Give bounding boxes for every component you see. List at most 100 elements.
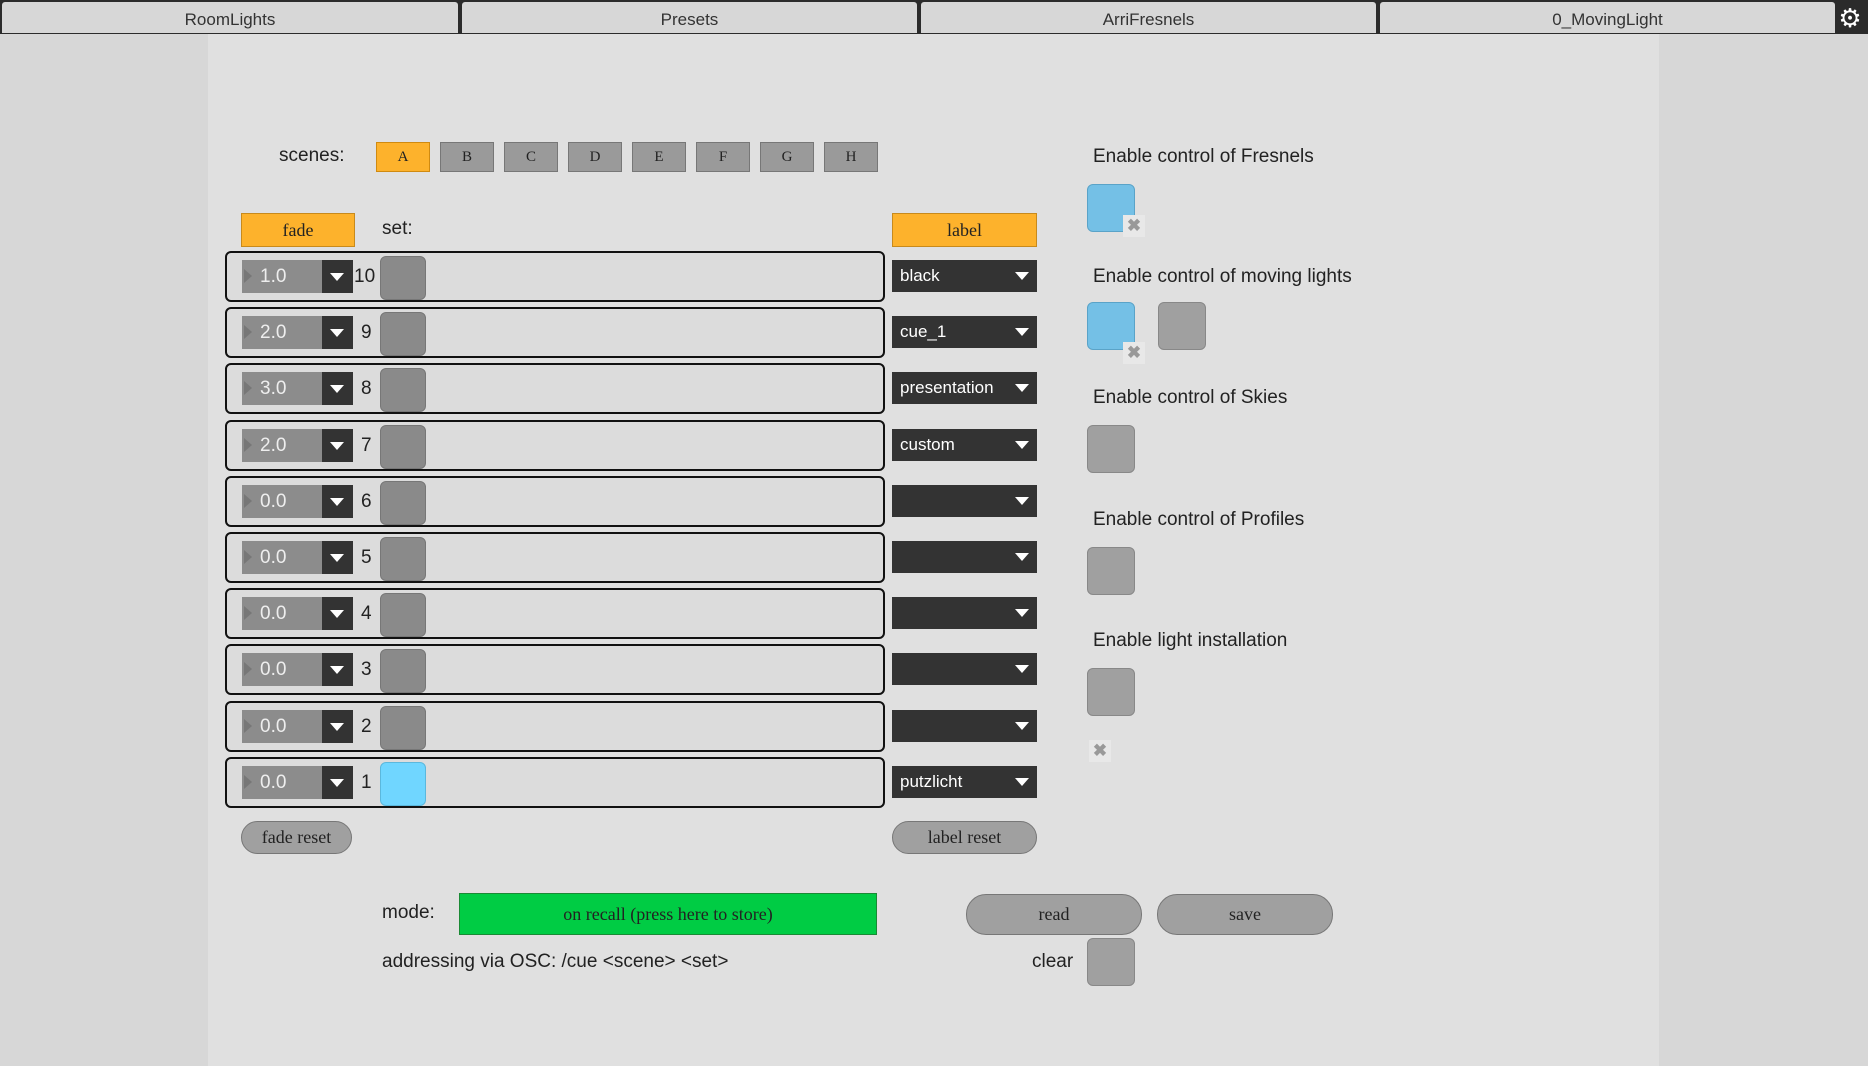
scene-button-d[interactable]: D bbox=[568, 142, 622, 172]
label-dropdown[interactable] bbox=[892, 541, 1037, 573]
label-reset-button[interactable]: label reset bbox=[892, 821, 1037, 854]
play-icon bbox=[244, 550, 252, 564]
label-dropdown[interactable] bbox=[892, 710, 1037, 742]
fade-dropdown-button[interactable] bbox=[322, 766, 353, 799]
tab-movinglight[interactable]: 0_MovingLight bbox=[1380, 2, 1835, 33]
fade-time-field[interactable]: 0.0 bbox=[242, 541, 322, 574]
fade-time-value: 1.0 bbox=[260, 266, 287, 287]
tab-arrifresnels[interactable]: ArriFresnels bbox=[921, 2, 1376, 33]
scene-button-f[interactable]: F bbox=[696, 142, 750, 172]
row-number: 4 bbox=[361, 603, 372, 624]
close-icon[interactable]: ✖ bbox=[1123, 342, 1145, 364]
fade-time-field[interactable]: 1.0 bbox=[242, 260, 322, 293]
chevron-down-icon bbox=[1015, 272, 1029, 280]
profiles-control-label: Enable control of Profiles bbox=[1093, 509, 1305, 530]
chevron-down-icon bbox=[1015, 553, 1029, 561]
fade-dropdown-button[interactable] bbox=[322, 485, 353, 518]
skies-toggle[interactable] bbox=[1087, 425, 1135, 473]
fade-dropdown-button[interactable] bbox=[322, 260, 353, 293]
set-button[interactable] bbox=[380, 481, 426, 525]
fade-time-field[interactable]: 2.0 bbox=[242, 316, 322, 349]
fade-time-field[interactable]: 0.0 bbox=[242, 766, 322, 799]
fade-reset-button[interactable]: fade reset bbox=[241, 821, 352, 854]
scene-button-h[interactable]: H bbox=[824, 142, 878, 172]
set-button[interactable] bbox=[380, 368, 426, 412]
fade-dropdown-button[interactable] bbox=[322, 429, 353, 462]
clear-label: clear bbox=[1032, 951, 1074, 972]
fade-time-field[interactable]: 0.0 bbox=[242, 485, 322, 518]
chevron-down-icon bbox=[1015, 328, 1029, 336]
chevron-down-icon bbox=[1015, 441, 1029, 449]
preset-row: 2.0 9 bbox=[225, 307, 885, 358]
tab-presets[interactable]: Presets bbox=[462, 2, 917, 33]
label-dropdown[interactable]: cue_1 bbox=[892, 316, 1037, 348]
preset-row: 1.0 10 bbox=[225, 251, 885, 302]
save-button[interactable]: save bbox=[1157, 894, 1333, 935]
set-button[interactable] bbox=[380, 312, 426, 356]
play-icon bbox=[244, 606, 252, 620]
moving-lights-control-label: Enable control of moving lights bbox=[1093, 266, 1352, 287]
fade-time-field[interactable]: 0.0 bbox=[242, 710, 322, 743]
set-button[interactable] bbox=[380, 593, 426, 637]
preset-row: 0.0 2 bbox=[225, 701, 885, 752]
moving-lights-secondary-toggle[interactable] bbox=[1158, 302, 1206, 350]
chevron-down-icon bbox=[330, 554, 344, 562]
row-number: 5 bbox=[361, 547, 372, 568]
fade-time-value: 2.0 bbox=[260, 435, 287, 456]
read-button[interactable]: read bbox=[966, 894, 1142, 935]
fade-dropdown-button[interactable] bbox=[322, 710, 353, 743]
close-icon[interactable]: ✖ bbox=[1123, 215, 1145, 237]
fade-dropdown-button[interactable] bbox=[322, 372, 353, 405]
scene-button-c[interactable]: C bbox=[504, 142, 558, 172]
tab-roomlights[interactable]: RoomLights bbox=[2, 2, 458, 33]
fade-dropdown-button[interactable] bbox=[322, 316, 353, 349]
chevron-down-icon bbox=[1015, 609, 1029, 617]
preset-row: 2.0 7 bbox=[225, 420, 885, 471]
set-button[interactable] bbox=[380, 762, 426, 806]
fade-time-field[interactable]: 3.0 bbox=[242, 372, 322, 405]
label-dropdown[interactable]: putzlicht bbox=[892, 766, 1037, 798]
label-header-button[interactable]: label bbox=[892, 213, 1037, 247]
gear-icon[interactable]: ⚙ bbox=[1836, 4, 1864, 32]
fade-time-value: 0.0 bbox=[260, 772, 287, 793]
profiles-toggle[interactable] bbox=[1087, 547, 1135, 595]
clear-button[interactable] bbox=[1087, 938, 1135, 986]
fade-dropdown-button[interactable] bbox=[322, 541, 353, 574]
fade-time-field[interactable]: 0.0 bbox=[242, 653, 322, 686]
light-installation-toggle[interactable] bbox=[1087, 668, 1135, 716]
chevron-down-icon bbox=[330, 666, 344, 674]
fade-time-value: 3.0 bbox=[260, 378, 287, 399]
fade-dropdown-button[interactable] bbox=[322, 653, 353, 686]
preset-row: 0.0 1 bbox=[225, 757, 885, 808]
fade-header-button[interactable]: fade bbox=[241, 213, 355, 247]
row-number: 8 bbox=[361, 378, 372, 399]
label-dropdown[interactable]: presentation bbox=[892, 372, 1037, 404]
scene-button-a[interactable]: A bbox=[376, 142, 430, 172]
chevron-down-icon bbox=[330, 723, 344, 731]
mode-store-button[interactable]: on recall (press here to store) bbox=[459, 893, 877, 935]
set-button[interactable] bbox=[380, 706, 426, 750]
fade-time-field[interactable]: 0.0 bbox=[242, 597, 322, 630]
label-dropdown[interactable]: custom bbox=[892, 429, 1037, 461]
chevron-down-icon bbox=[1015, 384, 1029, 392]
label-dropdown[interactable] bbox=[892, 597, 1037, 629]
chevron-down-icon bbox=[1015, 778, 1029, 786]
chevron-down-icon bbox=[1015, 665, 1029, 673]
close-icon[interactable]: ✖ bbox=[1089, 740, 1111, 762]
fade-time-field[interactable]: 2.0 bbox=[242, 429, 322, 462]
set-button[interactable] bbox=[380, 537, 426, 581]
label-dropdown[interactable] bbox=[892, 653, 1037, 685]
tab-bar: RoomLights Presets ArriFresnels 0_Moving… bbox=[0, 0, 1868, 34]
set-button[interactable] bbox=[380, 425, 426, 469]
scene-button-e[interactable]: E bbox=[632, 142, 686, 172]
fade-dropdown-button[interactable] bbox=[322, 597, 353, 630]
scene-button-b[interactable]: B bbox=[440, 142, 494, 172]
scenes-label: scenes: bbox=[279, 145, 345, 166]
label-dropdown[interactable]: black bbox=[892, 260, 1037, 292]
set-button[interactable] bbox=[380, 256, 426, 300]
scene-button-g[interactable]: G bbox=[760, 142, 814, 172]
set-button[interactable] bbox=[380, 649, 426, 693]
label-dropdown[interactable] bbox=[892, 485, 1037, 517]
row-number: 6 bbox=[361, 491, 372, 512]
row-number: 1 bbox=[361, 772, 372, 793]
